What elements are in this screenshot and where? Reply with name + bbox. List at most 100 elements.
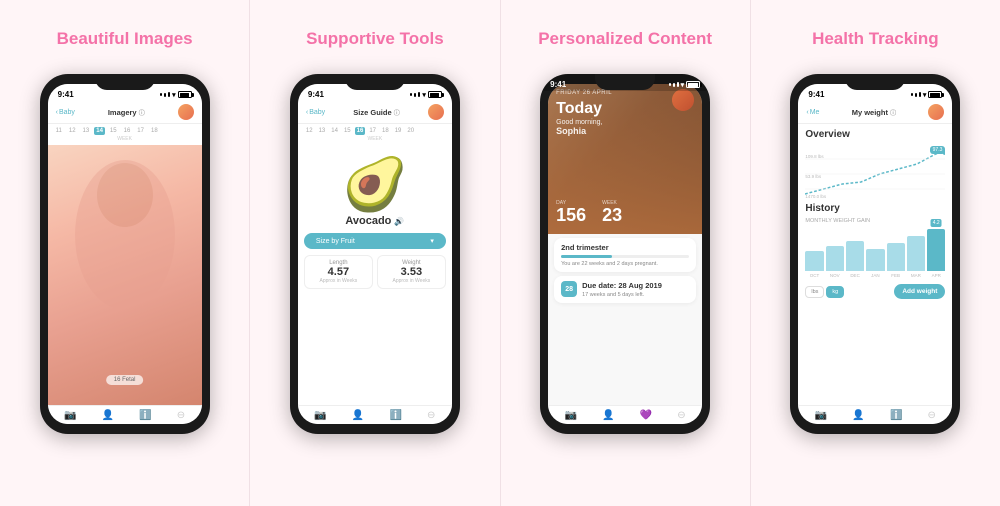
signal-1 [160, 93, 162, 96]
battery-4 [928, 91, 942, 98]
bottom-icon-person-1[interactable]: 👤 [102, 410, 114, 421]
due-date-card[interactable]: 28 Due date: 28 Aug 2019 17 weeks and 5 … [554, 276, 696, 303]
size-by-fruit-button[interactable]: Size by Fruit ▾ [304, 233, 446, 249]
status-time-3: 9:41 [550, 84, 566, 89]
bottom-icon-minus-4[interactable]: ⊖ [927, 410, 935, 421]
trimester-card[interactable]: 2nd trimester You are 22 weeks and 2 day… [554, 238, 696, 272]
wk-14[interactable]: 14 [329, 127, 340, 135]
imagery-overlay: 16 Fetal [106, 375, 144, 385]
nav-title-4: My weight ⓘ [852, 108, 896, 117]
wk-13[interactable]: 13 [317, 127, 328, 135]
bottom-icon-minus-1[interactable]: ⊖ [177, 410, 185, 421]
weight-stat-3: 1470.0 lbs [805, 194, 826, 199]
phone-notch-2 [345, 74, 405, 90]
status-time-1: 9:41 [58, 90, 74, 99]
bottom-icon-person-3[interactable]: 👤 [602, 410, 614, 421]
week-row-2: 12 13 14 15 16 17 18 19 20 WEEK [298, 124, 452, 145]
weight-stat-2: 53.9 lbs [805, 174, 826, 179]
line-chart-svg [805, 144, 945, 199]
status-icons-3: ▾ [669, 84, 701, 89]
phone-screen-1: 9:41 ▾ ‹Baby Imagery ⓘ [48, 84, 202, 424]
sound-icon[interactable]: 🔊 [394, 217, 404, 226]
due-date-sub: 17 weeks and 5 days left. [582, 292, 662, 298]
nav-back-2[interactable]: ‹Baby [306, 109, 325, 116]
signal-3-1 [669, 84, 671, 86]
status-icons-4: ▾ [911, 91, 943, 99]
signal-2 [164, 93, 166, 97]
weight-line-chart: 97.3 109.8 lbs 53.9 lbs 1470.0 lbs [805, 144, 945, 199]
week-18[interactable]: 18 [149, 127, 160, 135]
panel-title-health: Health Tracking [812, 18, 939, 60]
weight-content: Overview 97.3 109.8 lbs 53.9 lbs [798, 124, 952, 405]
phone-notch-3 [595, 74, 655, 90]
panel-title-content: Personalized Content [538, 18, 712, 60]
week-13[interactable]: 13 [81, 127, 92, 135]
bottom-nav-3: 📷 👤 💜 ⊖ [548, 405, 702, 424]
panel-personalized-content: Personalized Content 9:41 ▾ FRIDAY 26 AP… [501, 0, 751, 506]
week-17[interactable]: 17 [135, 127, 146, 135]
signal-4-2 [915, 93, 917, 97]
nav-back-1[interactable]: ‹Baby [56, 109, 75, 116]
phone-screen-3: 9:41 ▾ FRIDAY 26 APRIL Today Good mornin… [548, 84, 702, 424]
wk-20[interactable]: 20 [405, 127, 416, 135]
status-icons-1: ▾ [160, 91, 192, 99]
trimester-progress-outer [561, 255, 689, 258]
week-16[interactable]: 16 [122, 127, 133, 135]
kg-button[interactable]: kg [826, 286, 844, 298]
bottom-icon-person-4[interactable]: 👤 [852, 410, 864, 421]
bar-apr-fill: 4.2 [927, 229, 945, 271]
signal-4-1 [911, 93, 913, 96]
bottom-icon-person-2[interactable]: 👤 [352, 410, 364, 421]
week-11[interactable]: 11 [54, 127, 64, 135]
bar-dec-fill [846, 241, 864, 271]
signal-2-3 [418, 92, 420, 97]
bar-oct-fill [805, 251, 823, 271]
week-12[interactable]: 12 [67, 127, 78, 135]
wk-18[interactable]: 18 [380, 127, 391, 135]
bottom-icon-camera-3[interactable]: 📷 [565, 410, 577, 421]
bottom-icon-camera-4[interactable]: 📷 [815, 410, 827, 421]
bottom-nav-2: 📷 👤 ℹ️ ⊖ [298, 405, 452, 424]
bottom-icon-info-1[interactable]: ℹ️ [139, 410, 151, 421]
weight-bar-chart: OCT NOV DEC JAN [805, 228, 945, 278]
wk-19[interactable]: 19 [393, 127, 404, 135]
week-row-1: 11 12 13 14 15 16 17 18 WEEK [48, 124, 202, 145]
wk-17[interactable]: 17 [367, 127, 378, 135]
bottom-icon-minus-3[interactable]: ⊖ [677, 410, 685, 421]
bottom-icon-info-4[interactable]: ℹ️ [890, 410, 902, 421]
lbs-button[interactable]: lbs [805, 286, 824, 298]
week-15[interactable]: 15 [108, 127, 119, 135]
bar-dec: DEC [846, 241, 864, 278]
wk-16-active[interactable]: 16 [355, 127, 366, 135]
bottom-icon-camera-2[interactable]: 📷 [314, 410, 326, 421]
wk-12[interactable]: 12 [304, 127, 315, 135]
bottom-icon-camera-1[interactable]: 📷 [64, 410, 76, 421]
bar-dec-label: DEC [850, 273, 860, 278]
bar-oct-label: OCT [810, 273, 820, 278]
panel-title-images: Beautiful Images [57, 18, 193, 60]
today-avatar [672, 89, 694, 111]
wk-15[interactable]: 15 [342, 127, 353, 135]
weight-unit: Approx in Weeks [382, 278, 441, 284]
battery-1 [178, 91, 192, 98]
wifi-icon-3: ▾ [681, 84, 685, 89]
phone-nav-1: ‹Baby Imagery ⓘ [48, 101, 202, 124]
add-weight-button[interactable]: Add weight [894, 284, 945, 299]
week-item: Week 23 [602, 200, 622, 224]
bottom-icon-heart-3[interactable]: 💜 [640, 410, 652, 421]
stats-row: Length 4.57 Approx in Weeks Weight 3.53 … [304, 255, 446, 289]
bar-mar-label: MAR [911, 273, 921, 278]
bar-jan-fill [866, 249, 884, 271]
bar-feb: FEB [887, 243, 905, 278]
bar-jan-label: JAN [871, 273, 880, 278]
battery-2 [428, 91, 442, 98]
bar-feb-fill [887, 243, 905, 271]
overview-title: Overview [805, 129, 945, 140]
nav-back-4[interactable]: ‹Me [806, 109, 819, 116]
week-value-today: 23 [602, 206, 622, 224]
due-badge: 28 [561, 281, 577, 297]
phone-nav-2: ‹Baby Size Guide ⓘ [298, 101, 452, 124]
bottom-icon-minus-2[interactable]: ⊖ [427, 410, 435, 421]
week-14-active[interactable]: 14 [94, 127, 105, 135]
bottom-icon-info-2[interactable]: ℹ️ [389, 410, 401, 421]
